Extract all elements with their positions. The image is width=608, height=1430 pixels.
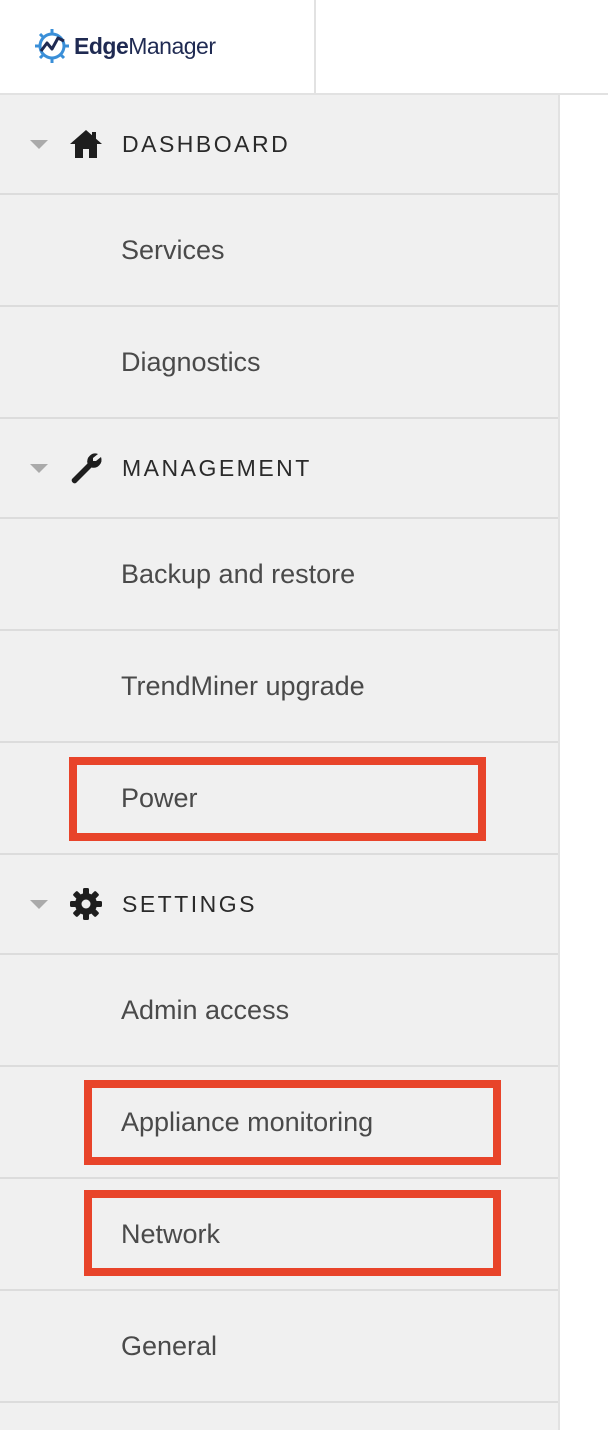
sidebar-nav: DASHBOARD Services Diagnostics MANAGEMEN… [0,95,560,1430]
sidebar-item-label: Diagnostics [121,346,261,377]
top-header: EdgeManager [0,0,608,95]
caret-down-icon[interactable] [30,899,48,909]
sidebar-item-label: General [121,1330,218,1361]
edgemanager-logo[interactable]: EdgeManager [32,26,216,66]
sidebar-item-backup-and-restore[interactable]: Backup and restore [0,519,558,631]
wrench-icon [71,453,102,484]
sidebar-item-label: TrendMiner upgrade [121,670,365,701]
caret-down-icon[interactable] [30,463,48,473]
sidebar-item-diagnostics[interactable]: Diagnostics [0,307,558,419]
logo-gear-icon [35,29,69,63]
sidebar-item-label: Network [121,1218,221,1249]
sidebar-item-trendminer-upgrade[interactable]: TrendMiner upgrade [0,631,558,743]
section-label-dashboard: DASHBOARD [122,130,291,157]
main-content-area [560,95,608,1430]
sidebar-item-general[interactable]: General [0,1291,558,1403]
section-label-management: MANAGEMENT [122,454,312,481]
gear-icon [70,888,102,920]
logo-text-bold: Edge [74,32,129,59]
sidebar-item-label: Backup and restore [121,558,356,589]
caret-down-icon[interactable] [30,139,48,149]
header-divider [314,0,316,95]
sidebar-item-network[interactable]: Network [0,1179,558,1291]
home-icon [70,130,102,158]
sidebar-item-label: Appliance monitoring [121,1106,374,1137]
sidebar-item-label: Services [121,234,225,265]
sidebar-item-label: Admin access [121,994,290,1025]
logo-text: EdgeManager [74,33,216,60]
sidebar-item-appliance-monitoring[interactable]: Appliance monitoring [0,1067,558,1179]
sidebar-item-admin-access[interactable]: Admin access [0,955,558,1067]
sidebar-item-services[interactable]: Services [0,195,558,307]
sidebar-item-power[interactable]: Power [0,743,558,855]
section-management[interactable]: MANAGEMENT [0,419,558,519]
section-dashboard[interactable]: DASHBOARD [0,95,558,195]
sidebar-item-label: Power [121,782,198,813]
section-label-settings: SETTINGS [122,890,258,917]
section-settings[interactable]: SETTINGS [0,855,558,955]
logo-text-light: Manager [128,32,216,59]
